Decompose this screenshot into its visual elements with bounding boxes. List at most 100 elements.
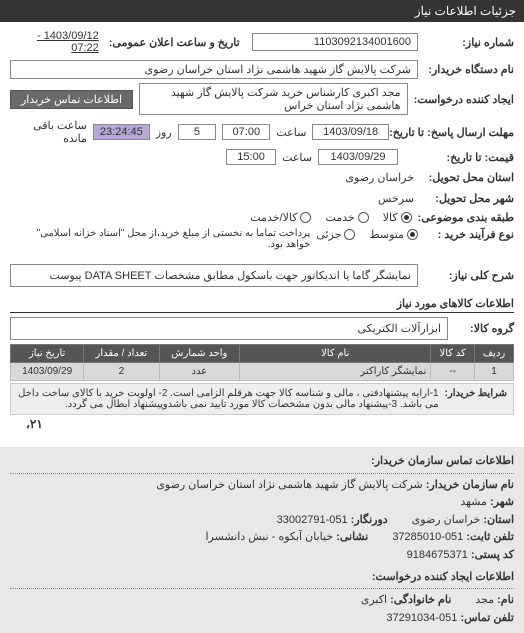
contact-section2-title: اطلاعات ایجاد کننده درخواست: [10,569,514,590]
row-category: طبقه بندی موضوعی: کالا خدمت کالا/خدمت [10,211,514,224]
contact-postal: 9184675371 [407,549,468,561]
page-header: جزئیات اطلاعات نیاز [0,0,524,22]
keyword-label: شرح کلی نیاز: [424,269,514,282]
row-city: شهر محل تحویل: سرخس [10,190,514,207]
contact-postal-row: کد پستی: 9184675371 [10,547,514,565]
request-no-label: شماره نیاز: [424,36,514,49]
goods-section-title: اطلاعات کالاهای مورد نیاز [10,293,514,313]
category-radio-group: کالا خدمت کالا/خدمت [250,211,411,224]
th-date: تاریخ نیاز [11,345,84,363]
row-process: نوع فرآیند خرید : متوسط جزئی پرداخت تمام… [10,228,514,250]
row-until: قیمت: تا تاریخ: 1403/09/29 ساعت 15:00 [10,149,514,165]
contact-last: اکبری [361,594,387,606]
radio-partial[interactable]: جزئی [316,228,355,241]
row-deadline: مهلت ارسال پاسخ: تا تاریخ: 1403/09/18 سا… [10,119,514,145]
contact-phone-label: تلفن ثابت: [466,531,514,543]
remaining-label: ساعت باقی مانده [10,119,87,145]
cell-row: 1 [475,363,514,381]
time-remaining: 23:24:45 [93,124,150,140]
time-label-1: ساعت [276,126,306,139]
contact-phone2-row: تلفن تماس: 051-37291034 [10,610,514,628]
contact-section: اطلاعات تماس سازمان خریدار: نام سازمان خ… [0,447,524,633]
contact-phone2: 051-37291034 [386,612,457,624]
th-name: نام کالا [240,345,431,363]
radio-medium-circle [407,229,418,240]
deadline-days: 5 [178,124,217,140]
contact-buyer-button[interactable]: اطلاعات تماس خریدار [10,90,133,109]
process-note: پرداخت تماما به نخستی از مبلغ خرید،از مح… [10,228,310,250]
table-row: 1 -- نمایشگر کاراکتر عدد 2 1403/09/29 [11,363,514,381]
deadline-time: 07:00 [222,124,270,140]
radio-both[interactable]: کالا/خدمت [250,211,311,224]
buyer-org-label: نام دستگاه خریدار: [424,63,514,76]
cell-code: -- [431,363,475,381]
creator-value: مجد اکبری کارشناس خرید شرکت پالایش گاز ش… [139,83,408,115]
contact-province-fax-row: استان: خراسان رضوی دورنگار: 051-33002791 [10,512,514,530]
radio-service-label: خدمت [325,211,354,224]
table-header-row: ردیف کد کالا نام کالا واحد شمارش تعداد /… [11,345,514,363]
radio-goods-label: کالا [383,211,398,224]
radio-service-circle [358,212,369,223]
row-request-no: شماره نیاز: 1103092134001600 تاریخ و ساع… [10,28,514,56]
request-no-value: 1103092134001600 [252,33,418,51]
contact-phone2-label: تلفن تماس: [460,612,514,624]
contact-first: مجد [475,594,494,606]
cell-qty: 2 [84,363,159,381]
th-unit: واحد شمارش [159,345,240,363]
until-time: 15:00 [226,149,276,165]
deadline-label: مهلت ارسال پاسخ: تا تاریخ: [395,126,514,139]
contact-province-label: استان: [483,514,514,526]
cell-name: نمایشگر کاراکتر [240,363,431,381]
day-word: روز [156,126,172,139]
until-label: قیمت: تا تاریخ: [404,151,514,164]
radio-service[interactable]: خدمت [325,211,368,224]
process-radio-group: متوسط جزئی [316,228,418,241]
keyword-value: نمایشگر گاما یا اندیکاتور جهت باسکول مطا… [10,264,418,287]
conditions-row: شرایط خریدار: 1-ارایه پیشنهادفنی ، مالی … [10,383,514,415]
radio-goods[interactable]: کالا [383,211,412,224]
delivery-province-label: استان محل تحویل: [424,171,514,184]
contact-last-label: نام خانوادگی: [390,594,451,606]
deadline-date: 1403/09/18 [312,124,389,140]
radio-medium-label: متوسط [369,228,404,241]
radio-partial-label: جزئی [316,228,341,241]
contact-address: خیابان آبکوه - نبش دانشسرا [205,531,333,543]
contact-org: شرکت پالایش گاز شهید هاشمی نژاد استان خر… [156,479,422,491]
delivery-city-label: شهر محل تحویل: [424,192,514,205]
goods-table: ردیف کد کالا نام کالا واحد شمارش تعداد /… [10,344,514,381]
creator-label: ایجاد کننده درخواست: [414,93,514,106]
radio-goods-circle [401,212,412,223]
process-label: نوع فرآیند خرید : [424,228,514,241]
time-label-2: ساعت [282,151,312,164]
row-province: استان محل تحویل: خراسان رضوی [10,169,514,186]
announce-label: تاریخ و ساعت اعلان عمومی: [109,36,240,49]
contact-address-label: نشانی: [336,531,368,543]
contact-phone: 051-37285010 [392,531,463,543]
contact-org-label: نام سازمان خریدار: [426,479,514,491]
category-label: طبقه بندی موضوعی: [418,211,514,224]
conditions-label: شرایط خریدار: [445,388,507,399]
contact-fax: 051-33002791 [277,514,348,526]
contact-city: مشهد [460,496,487,508]
delivery-city: سرخس [374,190,418,207]
th-code: کد کالا [431,345,475,363]
contact-first-label: نام: [497,594,514,606]
contact-city-row: شهر: مشهد [10,494,514,512]
radio-both-label: کالا/خدمت [250,211,297,224]
contact-province: خراسان رضوی [412,514,481,526]
contact-city-label: شهر: [490,496,514,508]
delivery-province: خراسان رضوی [341,169,418,186]
radio-partial-circle [344,229,355,240]
th-row: ردیف [475,345,514,363]
th-qty: تعداد / مقدار [84,345,159,363]
radio-medium[interactable]: متوسط [369,228,418,241]
contact-phone-address-row: تلفن ثابت: 051-37285010 نشانی: خیابان آب… [10,529,514,547]
contact-fax-label: دورنگار: [351,514,388,526]
contact-postal-label: کد پستی: [471,549,514,561]
conditions-text: 1-ارایه پیشنهادفنی ، مالی و شناسه کالا ج… [17,388,439,410]
row-creator: ایجاد کننده درخواست: مجد اکبری کارشناس خ… [10,83,514,115]
announce-value: 1403/09/12 - 07:22 [10,28,103,56]
until-date: 1403/09/29 [318,149,398,165]
contact-org-row: نام سازمان خریدار: شرکت پالایش گاز شهید … [10,477,514,495]
contact-section-title: اطلاعات تماس سازمان خریدار: [10,453,514,474]
